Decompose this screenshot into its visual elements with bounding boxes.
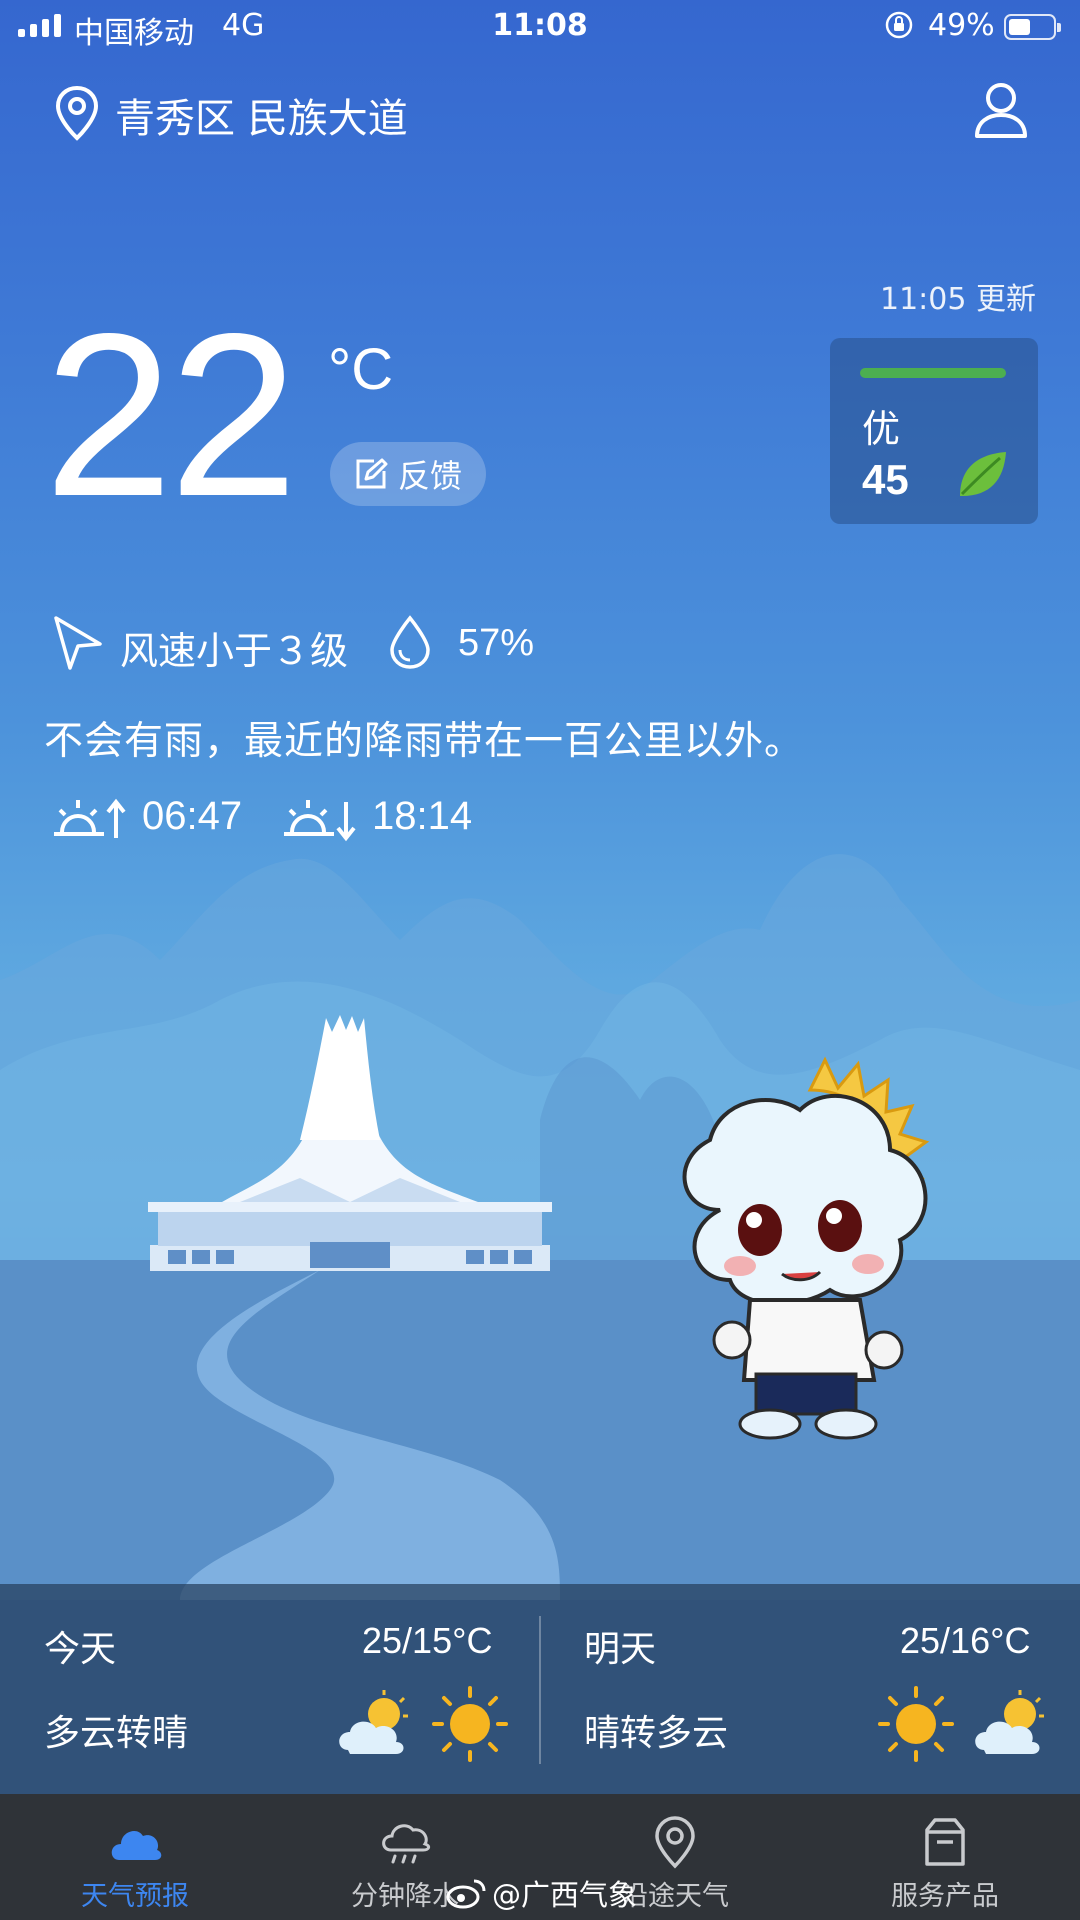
precipitation-description: 不会有雨，最近的降雨带在一百公里以外。 (44, 719, 805, 764)
current-temperature: 22 (44, 286, 298, 545)
today-label: 今天 (44, 1629, 117, 1670)
location-pin-icon[interactable] (52, 84, 102, 142)
tomorrow-temperature-range: 25/16°C (900, 1620, 1031, 1661)
today-temperature-range: 25/15°C (362, 1620, 493, 1661)
sunset-icon (284, 800, 356, 842)
wind-speed: 风速小于３级 (120, 629, 349, 673)
box-icon (925, 1818, 965, 1866)
partly-cloudy-icon (975, 1690, 1044, 1754)
location-label[interactable]: 青秀区 民族大道 (115, 86, 408, 144)
sunset-time: 18:14 (372, 794, 473, 838)
tomorrow-condition: 晴转多云 (584, 1713, 729, 1754)
weibo-watermark: @广西气象 (446, 1872, 637, 1914)
rain-cloud-icon (382, 1824, 431, 1864)
tomorrow-label: 明天 (584, 1629, 657, 1670)
sunrise-icon (54, 798, 126, 838)
sun-icon (878, 1686, 954, 1762)
status-bar: 中国移动 4G 11:08 49% (0, 0, 1080, 56)
feedback-label: 反馈 (397, 457, 462, 495)
leaf-icon (960, 452, 1006, 496)
today-condition: 多云转晴 (44, 1713, 189, 1754)
forecast-panel[interactable]: 今天 25/15°C 多云转晴 明天 25/16°C 晴转多云 (0, 1584, 1080, 1794)
status-time: 11:08 (492, 8, 588, 43)
partly-cloudy-icon (339, 1690, 408, 1754)
sun-icon (432, 1686, 508, 1762)
wind-direction-icon (54, 616, 102, 670)
weibo-icon (446, 1879, 486, 1909)
nav-label: 服务产品 (891, 1881, 999, 1912)
location-pin-icon (655, 1816, 695, 1869)
watermark-text: @广西气象 (492, 1878, 638, 1912)
update-time: 11:05 更新 (880, 282, 1036, 317)
temperature-unit: °C (328, 337, 394, 402)
sunrise-time: 06:47 (142, 794, 243, 838)
rotation-lock-icon (885, 11, 913, 39)
cloud-icon (111, 1830, 162, 1860)
feedback-button[interactable]: 反馈 (330, 442, 486, 506)
aqi-level: 优 (862, 407, 901, 451)
edit-icon (356, 458, 388, 489)
battery-icon (1004, 14, 1061, 40)
user-icon[interactable] (972, 80, 1030, 140)
nav-item-service-products[interactable]: 服务产品 (810, 1794, 1080, 1920)
humidity-drop-icon (390, 615, 430, 669)
air-quality-card[interactable]: 优 45 (830, 338, 1038, 524)
forecast-divider (539, 1616, 541, 1764)
nav-label: 天气预报 (81, 1881, 189, 1912)
cloud-mascot-illustration (682, 1056, 930, 1440)
humidity-value: 57% (458, 622, 535, 664)
nav-item-weather-forecast[interactable]: 天气预报 (0, 1794, 270, 1920)
aqi-value: 45 (862, 456, 909, 503)
battery-percent: 49% (928, 8, 995, 43)
aqi-color-bar (860, 368, 1006, 378)
